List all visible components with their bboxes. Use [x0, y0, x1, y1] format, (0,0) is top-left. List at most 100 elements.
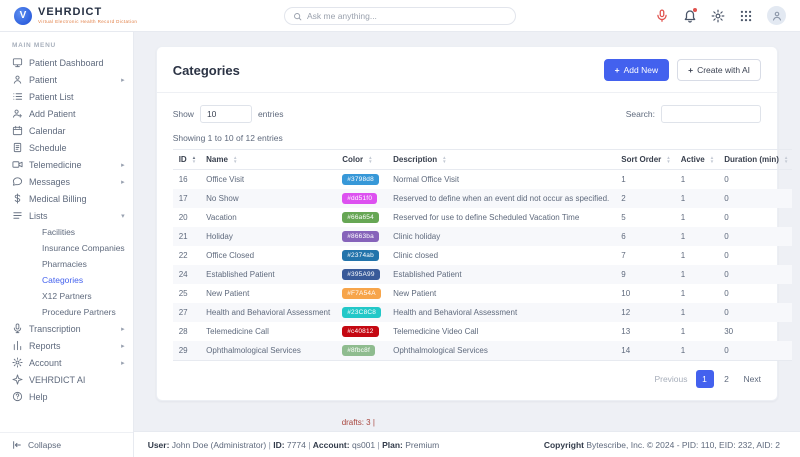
- sidebar-item-account[interactable]: Account ▸: [0, 354, 133, 371]
- collapse-icon: [12, 440, 22, 450]
- cell-color: #dd51f0: [336, 189, 387, 208]
- gear-icon[interactable]: [711, 9, 725, 23]
- brand-logo-icon: V: [14, 6, 32, 25]
- global-search-input[interactable]: [307, 11, 507, 21]
- sidebar-item-calendar[interactable]: Calendar: [0, 122, 133, 139]
- add-new-button[interactable]: + Add New: [603, 59, 670, 81]
- sidebar-item-schedule[interactable]: Schedule: [0, 139, 133, 156]
- sidebar-item-add-patient[interactable]: Add Patient: [0, 105, 133, 122]
- dashboard-icon: [12, 57, 23, 68]
- global-search[interactable]: [284, 7, 516, 25]
- chevron-right-icon: ▸: [121, 359, 125, 367]
- entries-count-input[interactable]: [199, 105, 252, 123]
- cell-active: 1: [680, 175, 686, 184]
- sidebar-item-procedure-partners[interactable]: Procedure Partners: [0, 304, 133, 320]
- showing-entries-text: Showing 1 to 10 of 12 entries: [172, 133, 283, 143]
- table-row: 20 Vacation #66a654 Reserved for use to def…: [173, 208, 793, 227]
- cell-id: 24: [178, 270, 188, 279]
- table-row: 27 Health and Behavioral Assessment #23C8C…: [172, 303, 793, 322]
- sidebar-item-lists[interactable]: Lists ▾: [0, 207, 133, 224]
- color-badge: #23C8C8: [342, 307, 382, 318]
- cell-id: 16: [178, 175, 188, 184]
- pagination-next[interactable]: Next: [744, 374, 761, 384]
- sidebar-item-medical-billing[interactable]: Medical Billing: [0, 190, 133, 207]
- cell-sort-order: 9: [621, 270, 626, 279]
- plus-icon: +: [614, 65, 620, 75]
- cell-description: Clinic holiday: [393, 232, 441, 241]
- create-with-ai-button[interactable]: + Create with AI: [677, 59, 761, 81]
- cell-name: New Patient: [206, 289, 250, 298]
- brand-name: VEHRDICT: [38, 5, 103, 18]
- column-header-description[interactable]: Description ▲ ▼: [387, 149, 616, 170]
- sidebar-item-help[interactable]: Help: [0, 388, 133, 405]
- pagination-page-1[interactable]: 1: [695, 370, 714, 388]
- sidebar-item-transcription[interactable]: Transcription ▸: [0, 320, 133, 337]
- sidebar-item-patient-list[interactable]: Patient List: [0, 88, 133, 105]
- pagination-page-2[interactable]: 2: [718, 370, 736, 388]
- cell-description: Reserved for use to define Scheduled Vac…: [393, 213, 580, 222]
- cell-color: #F7A54A: [336, 284, 387, 303]
- column-header-duration-min[interactable]: Duration (min) ▲ ▼: [718, 149, 793, 170]
- microphone-icon[interactable]: [655, 9, 669, 23]
- chevron-right-icon: ▸: [121, 161, 125, 169]
- column-header-sort-order[interactable]: Sort Order ▲ ▼: [615, 149, 675, 170]
- cell-id: 28: [178, 327, 188, 336]
- color-badge: #8663ba: [342, 231, 379, 242]
- cell-active: 1: [674, 341, 719, 361]
- footer: User: John Doe (Administrator) | ID: 777…: [133, 431, 800, 457]
- sort-icon: ▲ ▼: [442, 154, 447, 164]
- cell-description: New Patient: [393, 289, 437, 298]
- table-controls: Show entries Search:: [157, 93, 777, 123]
- color-badge: #c40812: [342, 326, 379, 337]
- table-search-input[interactable]: [661, 105, 761, 123]
- sidebar-item-x12-partners[interactable]: X12 Partners: [0, 288, 133, 304]
- sidebar-item-messages[interactable]: Messages ▸: [0, 173, 133, 190]
- search-icon: [293, 12, 302, 21]
- sidebar-item-patient-dashboard[interactable]: Patient Dashboard: [0, 54, 133, 71]
- brand[interactable]: V VEHRDICT Virtual Electronic Health Rec…: [14, 5, 137, 25]
- sidebar-section-label: MAIN MENU: [12, 42, 56, 49]
- cell-sort-order: 14: [615, 341, 675, 361]
- bell-icon[interactable]: [683, 7, 697, 23]
- sidebar-item-vehrdict-ai[interactable]: VEHRDICT AI: [0, 371, 133, 388]
- cell-sort-order: 12: [621, 308, 631, 317]
- sidebar-item-patient[interactable]: Patient ▸: [0, 71, 133, 88]
- column-header-color[interactable]: Color ▲ ▼: [336, 149, 388, 170]
- column-header-id[interactable]: ID ▲ ▼: [172, 149, 201, 170]
- collapse-button[interactable]: Collapse: [0, 432, 133, 457]
- sidebar-item-telemedicine[interactable]: Telemedicine ▸: [0, 156, 133, 173]
- cell-name: Office Closed: [206, 251, 255, 260]
- cell-description: Ophthalmological Services: [387, 341, 616, 361]
- color-badge: #8fbc8f: [342, 345, 375, 356]
- column-header-active[interactable]: Active ▲ ▼: [674, 149, 719, 170]
- sidebar-item-categories[interactable]: Categories: [0, 272, 133, 288]
- column-header-name[interactable]: Name ▲ ▼: [200, 149, 337, 170]
- cell-description: Normal Office Visit: [393, 175, 460, 184]
- ai-icon: [12, 374, 23, 385]
- cell-description: Established Patient: [393, 270, 462, 279]
- sidebar-item-reports[interactable]: Reports ▸: [0, 337, 133, 354]
- cell-duration: 0: [724, 194, 729, 203]
- plus-icon: +: [688, 65, 694, 75]
- sidebar-item-facilities[interactable]: Facilities: [0, 224, 133, 240]
- sidebar-item-insurance-companies[interactable]: Insurance Companies: [0, 240, 133, 256]
- pagination-previous[interactable]: Previous: [654, 374, 687, 384]
- sidebar-item-pharmacies[interactable]: Pharmacies: [0, 256, 133, 272]
- cell-description: Health and Behavioral Assessment: [393, 308, 518, 317]
- billing-icon: [12, 193, 23, 204]
- drafts-indicator: drafts: 3 |: [341, 418, 375, 427]
- cell-id: 20: [178, 213, 188, 222]
- cell-color: #3798d8: [336, 170, 387, 190]
- cell-duration: 0: [724, 270, 729, 279]
- cell-sort-order: 5: [621, 213, 626, 222]
- sort-icon: ▲ ▼: [709, 154, 715, 164]
- cell-name: Office Visit: [206, 175, 245, 184]
- cell-sort-order: 13: [621, 327, 631, 336]
- cell-sort-order: 6: [621, 232, 626, 241]
- apps-grid-icon[interactable]: [739, 9, 753, 23]
- account-icon: [12, 357, 23, 368]
- cell-active: 1: [680, 194, 686, 203]
- user-avatar[interactable]: [767, 6, 786, 25]
- main-content: Categories + Add New + Create with AI Sh…: [134, 32, 800, 431]
- cell-id: 27: [178, 308, 188, 317]
